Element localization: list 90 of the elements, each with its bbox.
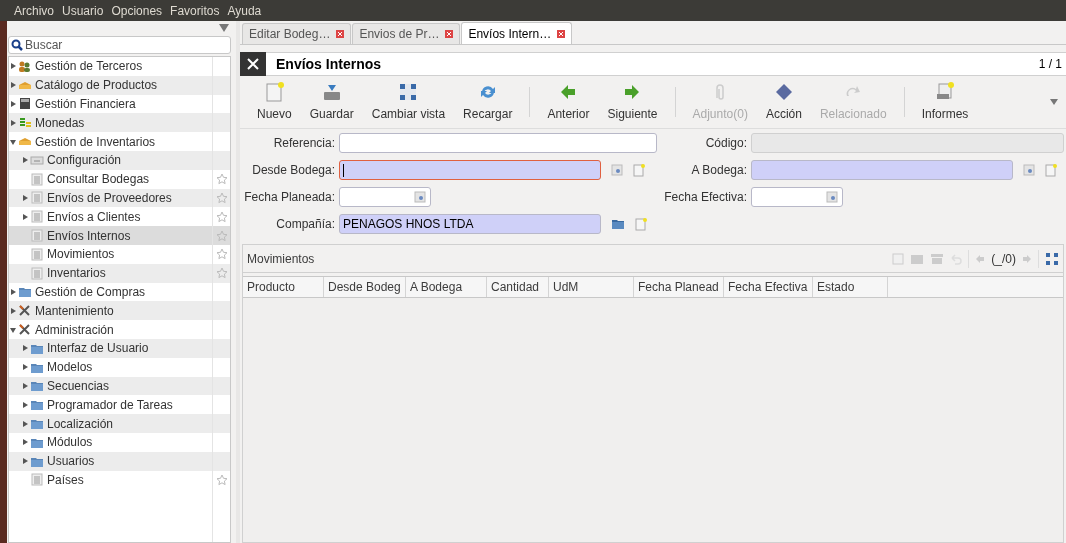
expand-arrow-icon[interactable]	[21, 419, 30, 428]
expand-arrow-icon[interactable]	[9, 62, 18, 71]
fullscreen-icon	[398, 81, 419, 102]
text-cursor	[343, 163, 344, 177]
field-label: Fecha Efectiva:	[663, 189, 747, 206]
input-field[interactable]: PENAGOS HNOS LTDA	[339, 214, 601, 234]
expand-arrow-icon[interactable]	[21, 400, 30, 409]
report-icon	[935, 81, 955, 102]
star-icon[interactable]	[215, 267, 228, 280]
star-icon[interactable]	[215, 473, 228, 486]
expand-arrow-icon[interactable]	[21, 193, 30, 202]
expand-arrow-icon[interactable]	[9, 81, 18, 90]
section-title: Movimientos	[247, 250, 315, 268]
toolbar-button[interactable]: Siguiente	[598, 81, 667, 123]
tab[interactable]: Editar Bodeg…	[242, 23, 352, 44]
expand-arrow-icon[interactable]	[21, 212, 30, 221]
calculator-icon	[18, 97, 32, 111]
expand-arrow-icon[interactable]	[21, 156, 30, 165]
fullscreen-icon[interactable]	[1045, 251, 1059, 266]
dropdown-arrow-icon[interactable]	[219, 24, 229, 32]
menu-item[interactable]: Favoritos	[170, 1, 220, 20]
column-header[interactable]: Estado	[813, 277, 888, 297]
tab[interactable]: Envíos Intern…	[461, 22, 573, 44]
record-counter: 1 / 1	[1038, 56, 1062, 73]
field-label: Fecha Planeada:	[243, 189, 335, 206]
document-icon	[30, 191, 44, 205]
star-icon[interactable]	[215, 173, 228, 186]
money-icon	[18, 116, 32, 130]
expand-arrow-icon[interactable]	[9, 100, 18, 108]
menu-item[interactable]: Usuario	[62, 1, 104, 20]
form-title: Envíos Internos	[276, 54, 382, 74]
star-icon[interactable]	[215, 191, 228, 204]
document-icon	[30, 266, 44, 280]
collapse-arrow-icon[interactable]	[9, 137, 18, 146]
close-icon[interactable]	[336, 30, 345, 38]
field-label: Compañía:	[275, 216, 335, 233]
field-label: Código:	[704, 135, 747, 152]
search-field[interactable]: Buscar	[8, 36, 231, 54]
expand-arrow-icon[interactable]	[9, 118, 18, 127]
menu-item[interactable]: Archivo	[14, 1, 54, 20]
column-header[interactable]: UdM	[549, 277, 634, 297]
input-field[interactable]	[751, 133, 1064, 153]
new-document-icon	[264, 81, 285, 102]
toolbar-button[interactable]: Acción	[756, 81, 811, 123]
column-header[interactable]: A Bodega	[406, 277, 487, 297]
date-field[interactable]	[339, 187, 431, 207]
toolbar-button[interactable]: Recargar	[454, 81, 522, 123]
date-field[interactable]	[751, 187, 843, 207]
close-icon[interactable]	[445, 30, 454, 38]
expand-arrow-icon[interactable]	[21, 438, 30, 447]
input-field[interactable]	[339, 133, 657, 153]
expand-arrow-icon[interactable]	[9, 287, 18, 296]
input-field[interactable]	[339, 160, 601, 180]
toolbar-button[interactable]: Nuevo	[248, 81, 301, 123]
document-icon	[30, 229, 44, 243]
column-header[interactable]: Cantidad	[487, 277, 549, 297]
star-icon[interactable]	[215, 248, 228, 261]
tree-item[interactable]: Envíos Internos	[9, 226, 230, 245]
expand-arrow-icon[interactable]	[21, 344, 30, 353]
menu-item[interactable]: Opciones	[111, 1, 163, 20]
document-icon	[30, 210, 44, 224]
toolbar-button[interactable]: Informes	[912, 81, 978, 123]
field-label: Desde Bodega:	[251, 162, 335, 179]
field-label: A Bodega:	[690, 162, 747, 179]
column-header[interactable]: Fecha Efectiva	[724, 277, 813, 297]
close-icon[interactable]	[557, 29, 566, 38]
expand-arrow-icon[interactable]	[9, 306, 18, 315]
document-icon	[30, 473, 44, 487]
star-icon[interactable]	[215, 210, 228, 223]
column-header[interactable]: Fecha Planead	[634, 277, 724, 297]
tree-item[interactable]: Monedas	[9, 113, 230, 133]
document-icon	[30, 172, 44, 186]
input-field[interactable]	[751, 160, 1013, 180]
star-icon[interactable]	[215, 229, 228, 242]
expand-arrow-icon[interactable]	[21, 457, 30, 466]
column-header[interactable]: Producto	[243, 277, 324, 297]
field-label: Referencia:	[272, 135, 335, 152]
people-icon	[18, 59, 32, 73]
dropdown-arrow-icon[interactable]	[1050, 99, 1058, 105]
toolbar-button[interactable]: Anterior	[538, 81, 599, 123]
collapse-arrow-icon[interactable]	[9, 325, 18, 334]
document-icon	[30, 247, 44, 261]
tab[interactable]: Envios de Pr…	[352, 23, 461, 44]
column-header[interactable]: Desde Bodeg	[324, 277, 406, 297]
toolbar-button[interactable]: Guardar	[300, 81, 363, 123]
pager-text: (_/0)	[991, 250, 1016, 268]
menu-item[interactable]: Ayuda	[227, 1, 262, 20]
toolbar-button[interactable]: Cambiar vista	[362, 81, 455, 123]
tree-item[interactable]: Mantenimiento	[9, 301, 230, 321]
tree-item[interactable]: Localización	[9, 414, 230, 433]
